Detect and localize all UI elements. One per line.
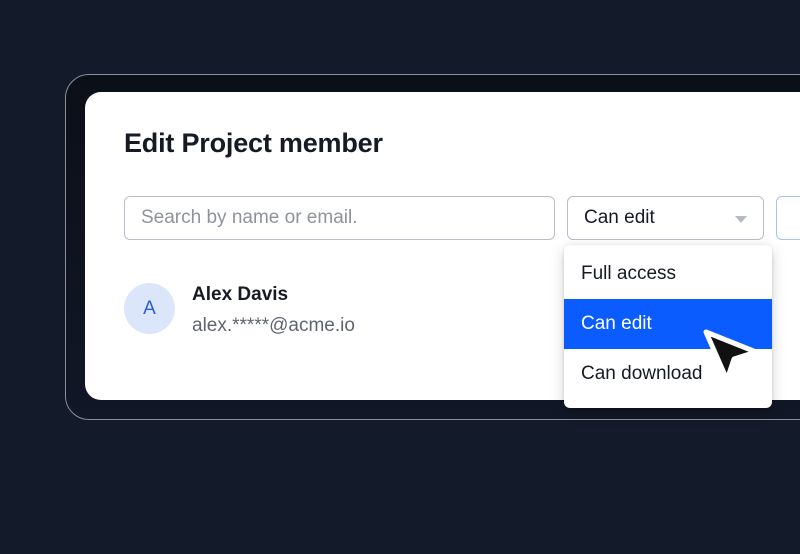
permission-dropdown-menu: Full access Can edit Can download <box>564 245 772 408</box>
menu-item-can-download[interactable]: Can download <box>564 349 772 399</box>
search-input[interactable] <box>124 196 555 240</box>
menu-item-can-edit[interactable]: Can edit <box>564 299 772 349</box>
permission-select-value: Can edit <box>584 207 655 228</box>
member-name: Alex Davis <box>192 284 289 305</box>
invite-button[interactable] <box>776 196 800 240</box>
stage: Edit Project member Can edit A Alex Davi… <box>0 0 800 554</box>
avatar-initial: A <box>143 297 156 319</box>
dialog-title: Edit Project member <box>124 128 383 158</box>
permission-select[interactable]: Can edit <box>567 196 764 240</box>
avatar: A <box>124 283 175 334</box>
member-email: alex.*****@acme.io <box>192 315 355 336</box>
caret-down-icon <box>735 215 747 223</box>
menu-item-full-access[interactable]: Full access <box>564 249 772 299</box>
